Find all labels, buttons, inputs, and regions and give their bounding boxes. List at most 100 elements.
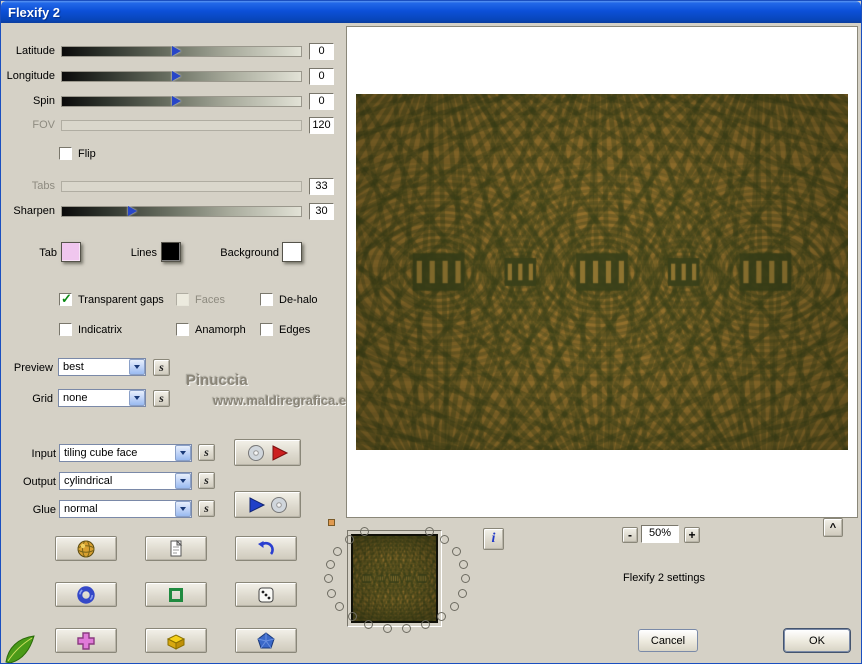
fov-value[interactable]: 120 (309, 117, 334, 134)
grid-s-button[interactable]: s (153, 390, 170, 407)
grid-combo[interactable]: none (58, 389, 146, 407)
dial-start-marker[interactable] (328, 519, 335, 526)
chevron-down-icon[interactable] (129, 359, 145, 375)
output-s-button[interactable]: s (198, 472, 215, 489)
dial-circle[interactable] (326, 588, 336, 598)
watermark-line2: www.maldiregrafica.eu (213, 393, 355, 408)
dial-circle[interactable] (344, 535, 354, 545)
anamorph-checkbox[interactable] (176, 323, 189, 336)
zoom-in-button[interactable]: + (684, 527, 700, 543)
spin-slider[interactable] (61, 96, 302, 107)
preview-combo[interactable]: best (58, 358, 146, 376)
indicatrix-label: Indicatrix (78, 324, 123, 336)
dial-circle[interactable] (382, 623, 392, 633)
tab-color-swatch[interactable] (61, 242, 81, 262)
glue-s-button[interactable]: s (198, 500, 215, 517)
dial-circle[interactable] (436, 612, 446, 622)
brick-button[interactable] (145, 628, 207, 653)
cross-button[interactable] (55, 628, 117, 653)
cd-red-play-button[interactable] (234, 439, 301, 466)
output-label: Output (22, 476, 56, 488)
spin-slider-marker[interactable] (172, 96, 181, 106)
square-button[interactable] (145, 582, 207, 607)
tabs-slider (61, 181, 302, 192)
dial-circle[interactable] (458, 588, 468, 598)
dial-circle[interactable] (461, 574, 471, 584)
ring-button[interactable] (55, 582, 117, 607)
latitude-slider-marker[interactable] (172, 46, 181, 56)
sharpen-slider-marker[interactable] (128, 206, 137, 216)
flip-label: Flip (78, 148, 96, 160)
settings-caption: Flexify 2 settings (623, 572, 705, 584)
sharpen-slider[interactable] (61, 206, 302, 217)
faces-label: Faces (195, 294, 225, 306)
chevron-down-icon[interactable] (175, 445, 191, 461)
dial-circle[interactable] (459, 559, 469, 569)
anamorph-label: Anamorph (195, 324, 246, 336)
longitude-slider[interactable] (61, 71, 302, 82)
dial-circle[interactable] (402, 623, 412, 633)
undo-button[interactable] (235, 536, 297, 561)
glue-label: Glue (32, 504, 56, 516)
tabs-label: Tabs (31, 180, 55, 192)
chevron-down-icon[interactable] (175, 501, 191, 517)
input-combo[interactable]: tiling cube face (59, 444, 192, 462)
dial-circle[interactable] (323, 574, 333, 584)
dial-circle[interactable] (332, 546, 342, 556)
latitude-value[interactable]: 0 (309, 43, 334, 60)
blue-play-cd-button[interactable] (234, 491, 301, 518)
input-label: Input (31, 448, 56, 460)
dial-circle[interactable] (325, 559, 335, 569)
sharpen-value[interactable]: 30 (309, 203, 334, 220)
ok-button[interactable]: OK (784, 629, 850, 652)
zoom-value[interactable]: 50% (641, 525, 679, 543)
background-color-swatch[interactable] (282, 242, 302, 262)
cancel-button[interactable]: Cancel (638, 629, 698, 652)
pentagon-button[interactable] (235, 628, 297, 653)
globe-button[interactable] (55, 536, 117, 561)
dial-circle[interactable] (440, 535, 450, 545)
info-button[interactable]: i (483, 528, 504, 550)
dial-circle[interactable] (335, 601, 345, 611)
preview-thumbnail[interactable] (347, 530, 442, 627)
dial-circle[interactable] (424, 526, 434, 536)
latitude-slider[interactable] (61, 46, 302, 57)
tabs-value[interactable]: 33 (309, 178, 334, 195)
glue-combo-value: normal (64, 503, 98, 515)
copy-button[interactable] (145, 536, 207, 561)
title-bar[interactable]: Flexify 2 (1, 1, 861, 23)
preview-s-button[interactable]: s (153, 359, 170, 376)
dial-circle[interactable] (452, 546, 462, 556)
info-icon: i (491, 531, 496, 546)
dial-circle[interactable] (449, 601, 459, 611)
thumbnail-canvas[interactable] (353, 536, 436, 621)
indicatrix-checkbox[interactable] (59, 323, 72, 336)
chevron-down-icon[interactable] (129, 390, 145, 406)
fov-slider (61, 120, 302, 131)
output-combo-value: cylindrical (64, 475, 113, 487)
lines-color-swatch[interactable] (161, 242, 181, 262)
input-s-button[interactable]: s (198, 444, 215, 461)
longitude-slider-marker[interactable] (172, 71, 181, 81)
glue-combo[interactable]: normal (59, 500, 192, 518)
dial-circle[interactable] (364, 620, 374, 629)
dehalo-checkbox[interactable] (260, 293, 273, 306)
background-color-label: Background (220, 247, 279, 259)
dice-button[interactable] (235, 582, 297, 607)
dial-circle[interactable] (420, 620, 430, 629)
edges-checkbox[interactable] (260, 323, 273, 336)
chevron-down-icon[interactable] (175, 473, 191, 489)
preview-pattern[interactable] (356, 94, 848, 450)
flip-checkbox[interactable] (59, 147, 72, 160)
dial-circle[interactable] (360, 526, 370, 536)
spin-value[interactable]: 0 (309, 93, 334, 110)
preview-label: Preview (13, 362, 53, 374)
transparent-gaps-checkbox[interactable] (59, 291, 72, 307)
collapse-button[interactable]: ^ (823, 518, 843, 537)
leaf-icon[interactable] (4, 634, 38, 664)
output-combo[interactable]: cylindrical (59, 472, 192, 490)
longitude-value[interactable]: 0 (309, 68, 334, 85)
zoom-out-button[interactable]: - (622, 527, 638, 543)
preview-area[interactable] (346, 26, 858, 518)
brick-icon (166, 633, 186, 650)
